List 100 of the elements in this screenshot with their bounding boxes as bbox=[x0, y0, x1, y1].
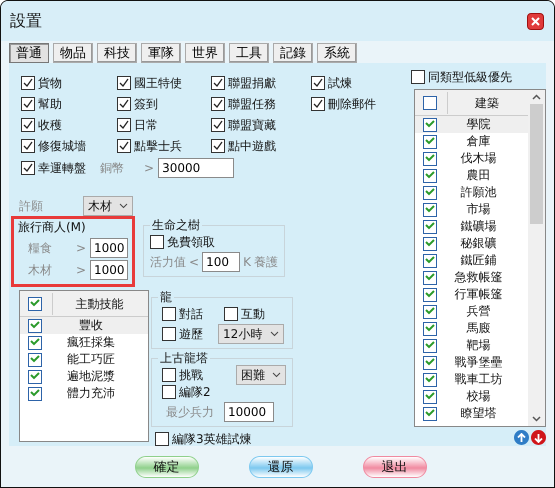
checkbox[interactable] bbox=[423, 338, 437, 352]
checkbox[interactable] bbox=[423, 236, 437, 250]
input-field[interactable]: 1000 bbox=[90, 260, 128, 280]
checkbox[interactable] bbox=[311, 97, 325, 111]
checkbox[interactable] bbox=[423, 356, 437, 370]
checkbox-label[interactable]: 挑戰 bbox=[162, 365, 203, 385]
dropdown[interactable]: 木材 bbox=[83, 196, 133, 216]
input-field[interactable]: 30000 bbox=[158, 158, 234, 178]
list-item[interactable]: 瘋狂採集 bbox=[20, 334, 148, 351]
input-field[interactable]: 10000 bbox=[224, 402, 274, 422]
list-item[interactable]: 倉庫 bbox=[415, 133, 528, 150]
checkbox[interactable] bbox=[28, 336, 42, 350]
checkbox-label[interactable]: 貨物 bbox=[21, 73, 117, 93]
dialog-button[interactable]: 確定 bbox=[134, 456, 198, 478]
checkbox-label[interactable]: 幫助 bbox=[21, 94, 117, 114]
checkbox[interactable] bbox=[423, 168, 437, 182]
column-header[interactable]: 建築 bbox=[447, 92, 526, 114]
checkbox[interactable] bbox=[117, 76, 131, 90]
checkbox-label[interactable]: 編隊2 bbox=[162, 382, 286, 402]
input-field[interactable]: 100 bbox=[202, 252, 240, 272]
move-up-button[interactable] bbox=[514, 430, 529, 445]
close-button[interactable] bbox=[527, 12, 544, 30]
checkbox[interactable] bbox=[423, 134, 437, 148]
tab[interactable]: 普通 bbox=[9, 43, 49, 63]
checkbox[interactable] bbox=[423, 288, 437, 302]
tab[interactable]: 記錄 bbox=[273, 43, 313, 63]
dropdown[interactable]: 12小時 bbox=[218, 324, 284, 344]
checkbox[interactable] bbox=[423, 96, 437, 110]
checkbox[interactable] bbox=[423, 152, 437, 166]
checkbox-label[interactable]: 收穫 bbox=[21, 115, 117, 135]
checkbox[interactable] bbox=[423, 254, 437, 268]
scrollbar[interactable] bbox=[528, 90, 545, 426]
move-down-button[interactable] bbox=[531, 430, 546, 445]
checkbox[interactable] bbox=[211, 76, 225, 90]
tab[interactable]: 物品 bbox=[53, 43, 93, 63]
list-item[interactable]: 馬廄 bbox=[415, 320, 528, 337]
checkbox-label[interactable]: 試煉 bbox=[311, 73, 411, 93]
checkbox[interactable] bbox=[224, 307, 238, 321]
list-item[interactable]: 農田 bbox=[415, 167, 528, 184]
checkbox[interactable] bbox=[423, 406, 437, 420]
dropdown[interactable]: 困難 bbox=[236, 365, 286, 385]
checkbox-label[interactable]: 聯盟捐獻 bbox=[211, 73, 311, 93]
list-item[interactable]: 遍地泥漿 bbox=[20, 368, 148, 385]
checkbox[interactable] bbox=[28, 296, 42, 310]
checkbox[interactable] bbox=[150, 235, 164, 249]
checkbox[interactable] bbox=[423, 270, 437, 284]
checkbox[interactable] bbox=[211, 118, 225, 132]
tab[interactable]: 系統 bbox=[317, 43, 357, 63]
checkbox[interactable] bbox=[21, 97, 35, 111]
checkbox-label[interactable]: 遊歷 bbox=[162, 324, 218, 344]
checkbox[interactable] bbox=[162, 307, 176, 321]
tab[interactable]: 世界 bbox=[185, 43, 225, 63]
checkbox-label[interactable]: 聯盟寶藏 bbox=[211, 115, 311, 135]
checkbox[interactable] bbox=[423, 118, 437, 132]
checkbox[interactable] bbox=[28, 386, 42, 400]
checkbox-label[interactable]: 國王特使 bbox=[117, 73, 211, 93]
scroll-thumb[interactable] bbox=[530, 104, 543, 224]
checkbox-label[interactable]: 同類型低級優先 bbox=[411, 67, 546, 87]
checkbox[interactable] bbox=[21, 139, 35, 153]
checkbox[interactable] bbox=[423, 390, 437, 404]
checkbox-label[interactable]: 日常 bbox=[117, 115, 211, 135]
list-item[interactable]: 行軍帳篷 bbox=[415, 286, 528, 303]
dialog-button[interactable]: 還原 bbox=[248, 456, 312, 478]
checkbox[interactable] bbox=[211, 97, 225, 111]
list-item[interactable]: 兵營 bbox=[415, 303, 528, 320]
list-item[interactable]: 體力充沛 bbox=[20, 385, 148, 402]
checkbox[interactable] bbox=[21, 76, 35, 90]
checkbox[interactable] bbox=[28, 318, 42, 332]
checkbox[interactable] bbox=[411, 70, 425, 84]
list-item[interactable]: 學院 bbox=[415, 116, 528, 133]
list-item[interactable]: 急救帳篷 bbox=[415, 269, 528, 286]
input-field[interactable]: 1000 bbox=[90, 238, 128, 258]
checkbox-label[interactable]: 幸運轉盤 bbox=[21, 158, 86, 178]
checkbox-label[interactable]: 簽到 bbox=[117, 94, 211, 114]
list-item[interactable]: 靶場 bbox=[415, 337, 528, 354]
checkbox-label[interactable]: 編隊3英雄試煉 bbox=[155, 429, 293, 446]
checkbox[interactable] bbox=[211, 139, 225, 153]
checkbox-label[interactable]: 互動 bbox=[224, 304, 265, 324]
list-item[interactable]: 伐木場 bbox=[415, 150, 528, 167]
tab[interactable]: 工具 bbox=[229, 43, 269, 63]
checkbox[interactable] bbox=[162, 368, 176, 382]
checkbox[interactable] bbox=[155, 432, 169, 446]
tab[interactable]: 科技 bbox=[97, 43, 137, 63]
list-item[interactable]: 校場 bbox=[415, 388, 528, 405]
checkbox[interactable] bbox=[423, 220, 437, 234]
checkbox-label[interactable]: 修復城墻 bbox=[21, 136, 117, 156]
checkbox[interactable] bbox=[423, 322, 437, 336]
checkbox[interactable] bbox=[28, 370, 42, 384]
checkbox-label[interactable]: 免費領取 bbox=[150, 232, 278, 252]
checkbox-label[interactable]: 點擊士兵 bbox=[117, 136, 211, 156]
checkbox[interactable] bbox=[21, 118, 35, 132]
checkbox[interactable] bbox=[162, 327, 176, 341]
checkbox[interactable] bbox=[162, 385, 176, 399]
checkbox-label[interactable]: 刪除郵件 bbox=[311, 94, 411, 114]
checkbox[interactable] bbox=[117, 139, 131, 153]
checkbox[interactable] bbox=[21, 161, 35, 175]
list-item[interactable]: 鐵匠鋪 bbox=[415, 252, 528, 269]
checkbox[interactable] bbox=[117, 118, 131, 132]
dialog-button[interactable]: 退出 bbox=[362, 456, 426, 478]
checkbox[interactable] bbox=[423, 186, 437, 200]
